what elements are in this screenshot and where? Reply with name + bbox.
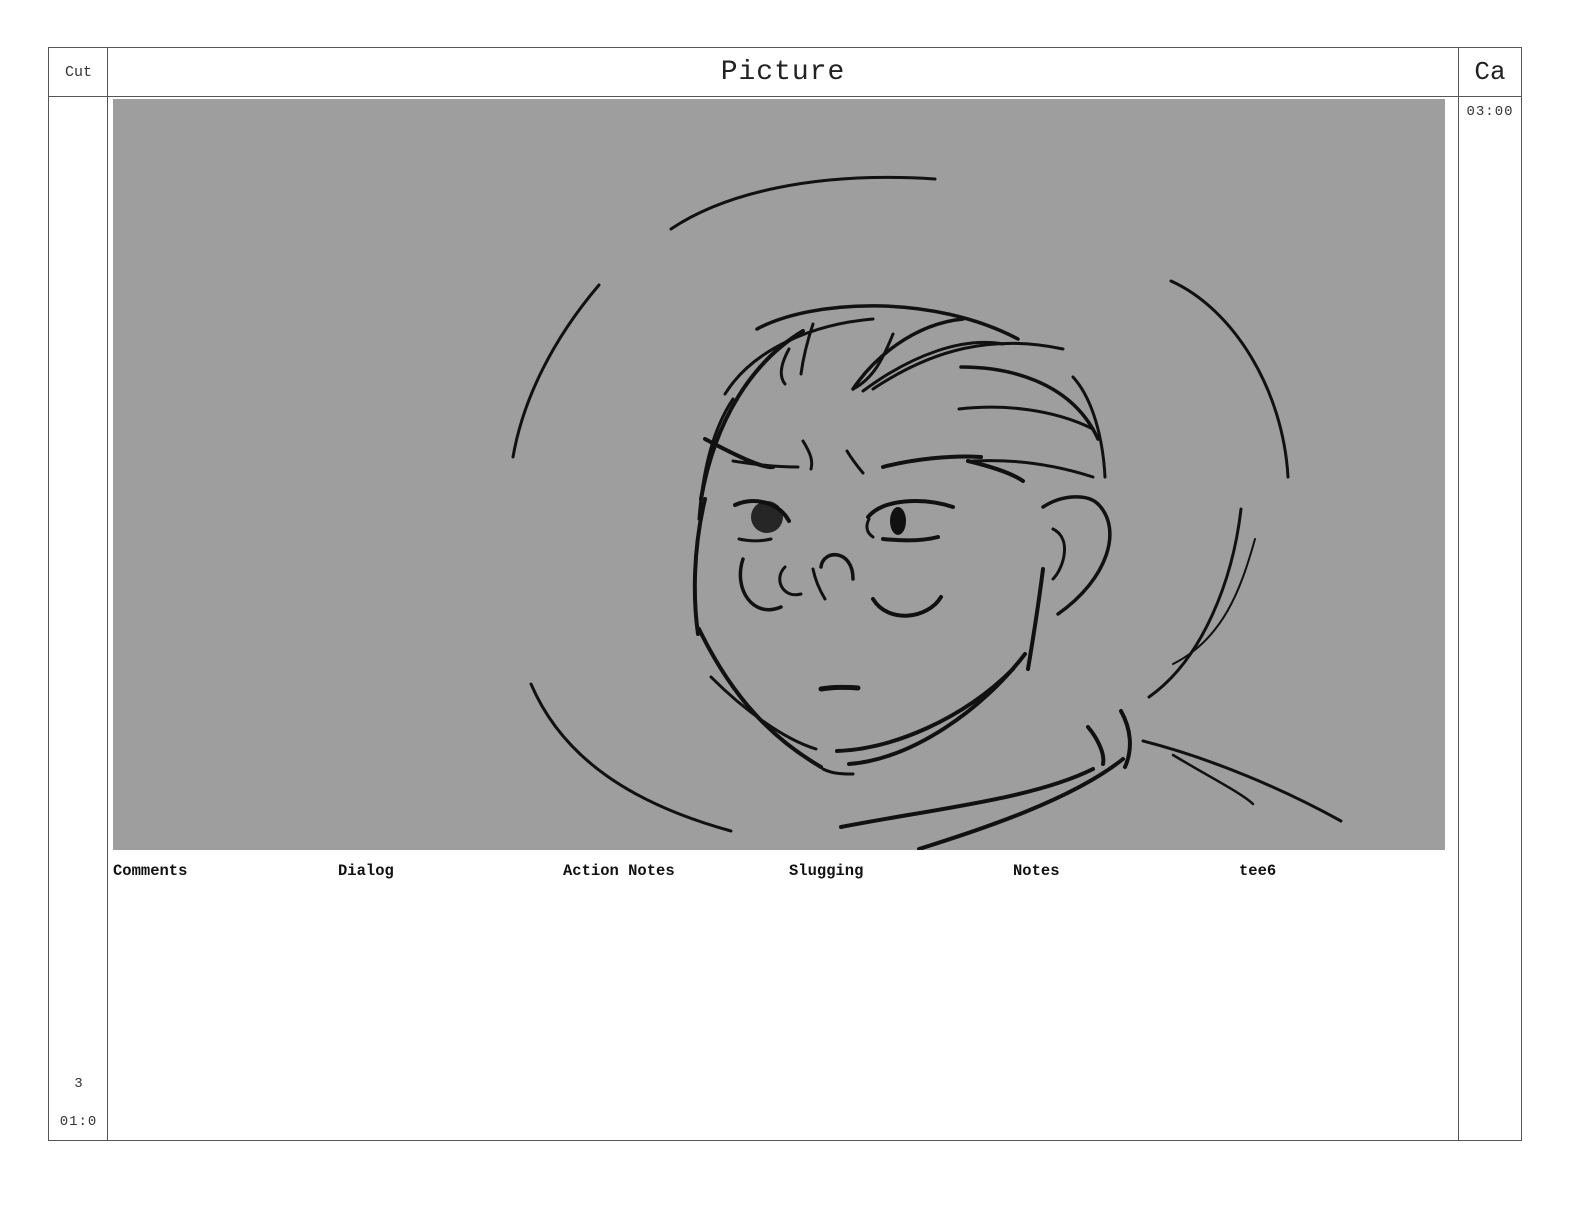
cut-column-header: Cut	[64, 63, 92, 81]
notes-label: Notes	[1013, 862, 1060, 880]
cut-duration: 01:0	[59, 1114, 98, 1130]
cut-number: 3	[74, 1076, 83, 1092]
character-sketch	[511, 175, 1343, 850]
panel-field-labels: Comments Dialog Action Notes Slugging No…	[113, 862, 1453, 882]
camera-column-divider	[1458, 48, 1459, 1140]
storyboard-panel[interactable]	[113, 99, 1445, 850]
custom-field-label: tee6	[1239, 862, 1277, 880]
action-notes-label: Action Notes	[563, 862, 675, 880]
header-divider	[49, 96, 1521, 97]
storyboard-sheet: Cut Picture Ca 03:00 3 01:0 Comments Dia…	[48, 47, 1522, 1141]
camera-column-header: Ca	[1474, 57, 1506, 87]
slugging-label: Slugging	[789, 862, 864, 880]
dialog-label: Dialog	[338, 862, 394, 880]
camera-time: 03:00	[1466, 104, 1514, 120]
cut-column-divider	[107, 48, 108, 1140]
picture-column-header: Picture	[720, 56, 846, 88]
comments-label: Comments	[113, 862, 188, 880]
